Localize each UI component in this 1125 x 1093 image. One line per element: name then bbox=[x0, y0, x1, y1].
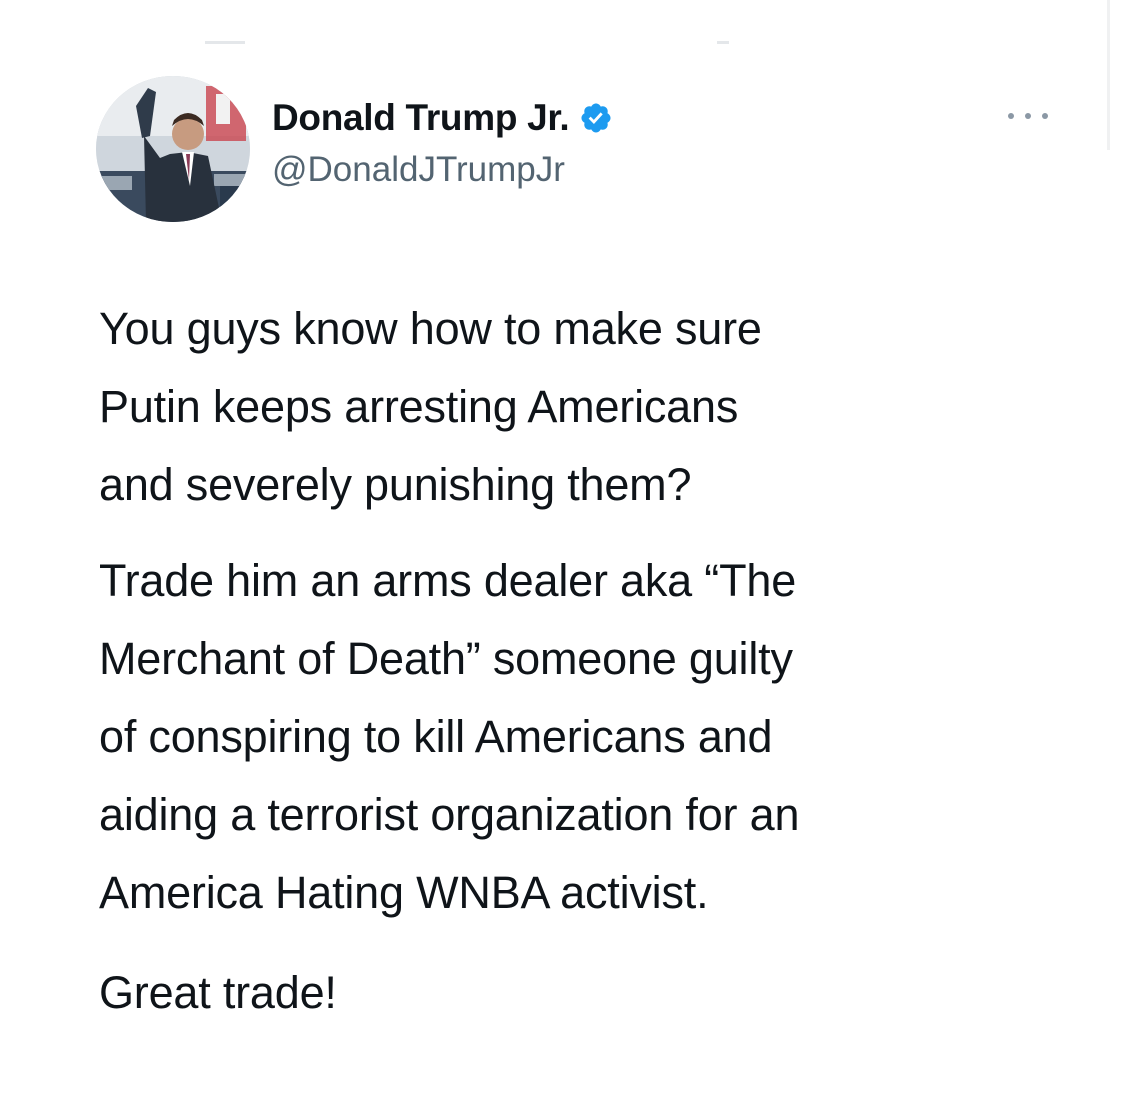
tweet-line: You guys know how to make sure bbox=[99, 303, 762, 354]
more-options-button[interactable] bbox=[1004, 104, 1052, 128]
more-horizontal-icon bbox=[1025, 113, 1031, 119]
tweet-line: Great trade! bbox=[99, 967, 337, 1018]
tweet-line: America Hating WNBA activist. bbox=[99, 867, 709, 918]
verified-badge-icon bbox=[579, 101, 613, 135]
avatar[interactable] bbox=[96, 76, 250, 222]
tweet-line: of conspiring to kill Americans and bbox=[99, 711, 773, 762]
avatar-photo bbox=[96, 76, 250, 222]
more-horizontal-icon bbox=[1042, 113, 1048, 119]
author-display-name[interactable]: Donald Trump Jr. bbox=[272, 97, 570, 139]
tweet-paragraph: Trade him an arms dealer aka “The Mercha… bbox=[99, 542, 1059, 932]
top-divider-left bbox=[205, 41, 245, 44]
tweet-text: You guys know how to make sure Putin kee… bbox=[99, 290, 1059, 1032]
tweet-line: and severely punishing them? bbox=[99, 459, 692, 510]
top-divider-right bbox=[717, 41, 729, 44]
author-handle[interactable]: @DonaldJTrumpJr bbox=[272, 150, 565, 190]
tweet-line: aiding a terrorist organization for an bbox=[99, 789, 800, 840]
scrollbar[interactable] bbox=[1107, 0, 1110, 150]
tweet-line: Trade him an arms dealer aka “The bbox=[99, 555, 797, 606]
tweet-line: Putin keeps arresting Americans bbox=[99, 381, 739, 432]
tweet-paragraph: Great trade! bbox=[99, 954, 1059, 1032]
tweet-paragraph: You guys know how to make sure Putin kee… bbox=[99, 290, 1059, 524]
tweet-line: Merchant of Death” someone guilty bbox=[99, 633, 793, 684]
more-horizontal-icon bbox=[1008, 113, 1014, 119]
author-name-row: Donald Trump Jr. bbox=[272, 96, 613, 140]
